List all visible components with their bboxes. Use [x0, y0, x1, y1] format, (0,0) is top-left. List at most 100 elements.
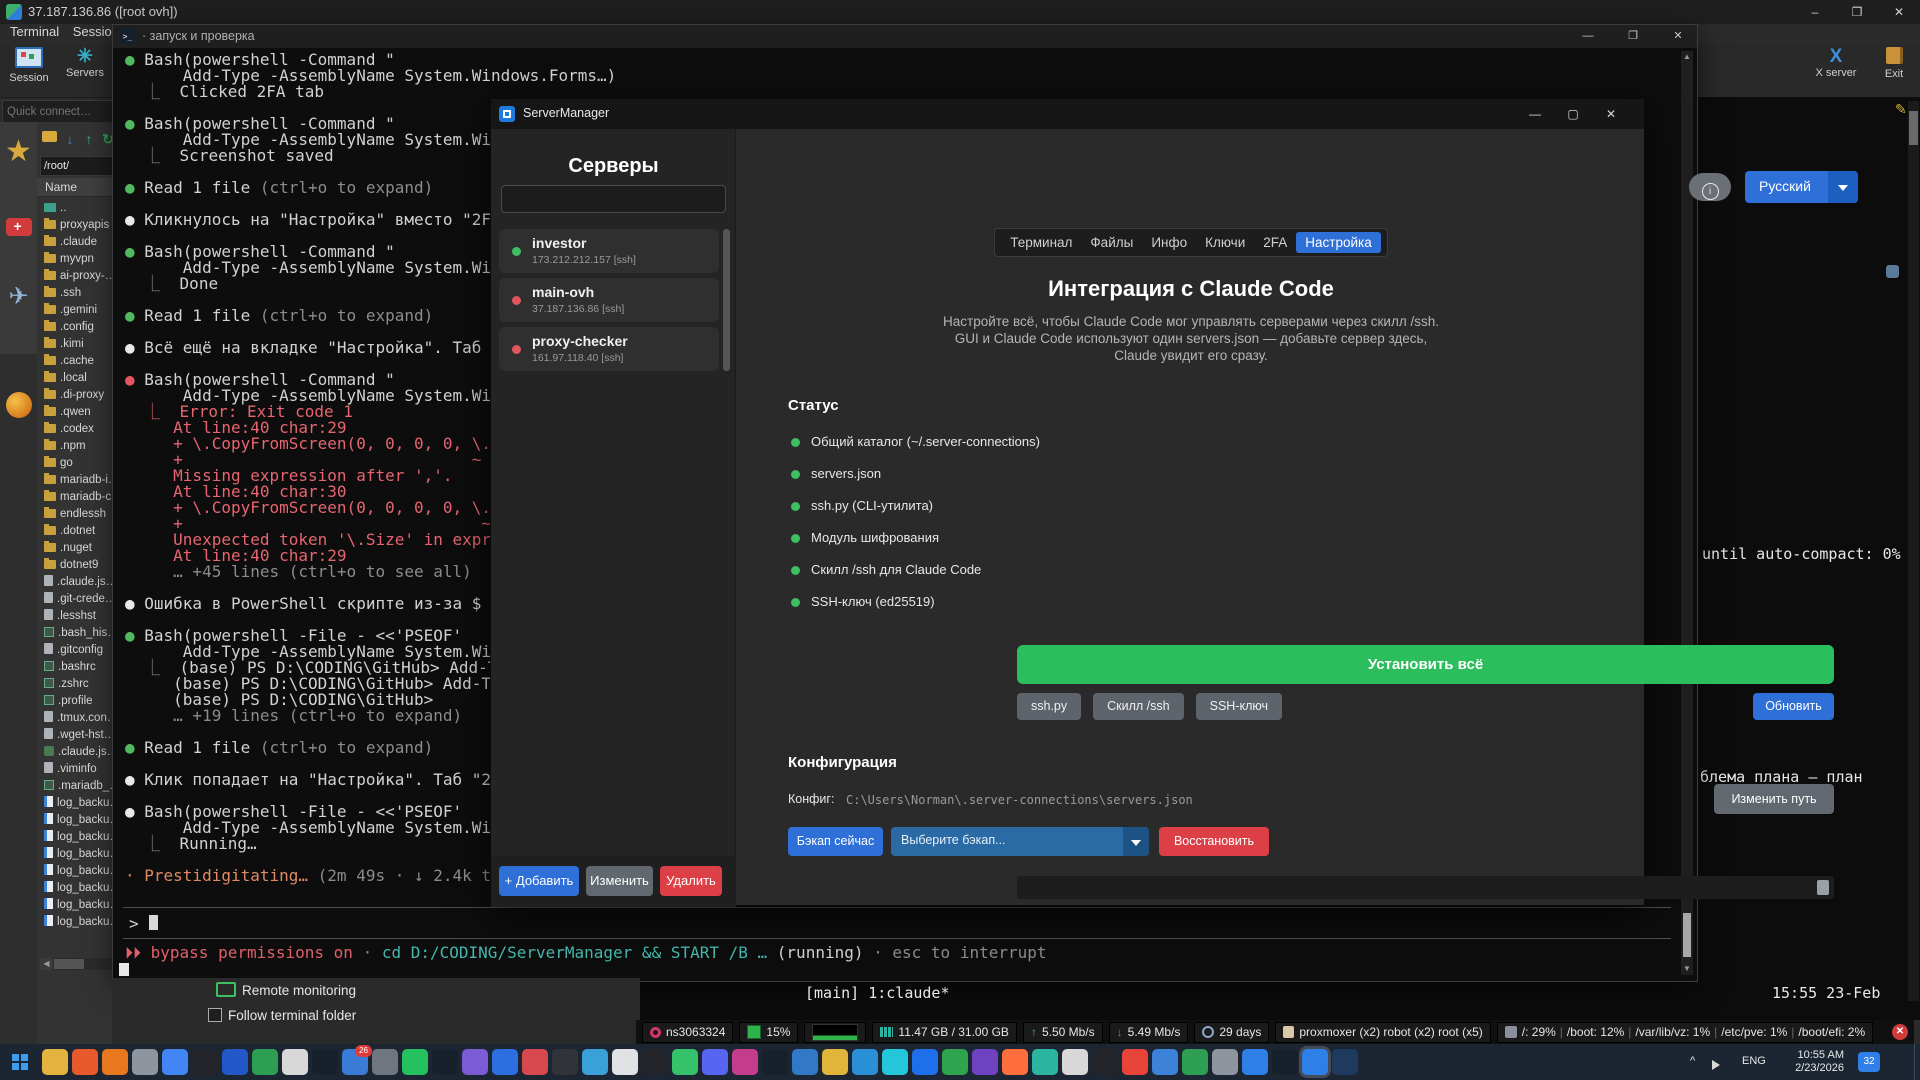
edit-server-button[interactable]: Изменить — [586, 866, 653, 896]
component-button[interactable]: SSH-ключ — [1196, 693, 1282, 720]
file-row[interactable]: .npm — [37, 438, 122, 455]
tab-Файлы[interactable]: Файлы — [1081, 232, 1142, 253]
tab-Терминал[interactable]: Терминал — [1001, 232, 1081, 253]
remote-monitoring-toggle[interactable]: Remote monitoring — [216, 982, 356, 998]
file-row[interactable]: .config — [37, 319, 122, 336]
taskbar-app-icon[interactable] — [252, 1049, 278, 1075]
server-list-scrollbar[interactable] — [723, 229, 730, 371]
scroll-thumb[interactable] — [723, 229, 730, 371]
taskbar-app-icon[interactable] — [492, 1049, 518, 1075]
download-icon[interactable]: ↓ — [62, 131, 78, 147]
file-row[interactable]: log_backu… — [37, 863, 122, 880]
file-row[interactable]: log_backu… — [37, 829, 122, 846]
taskbar-app-icon[interactable] — [822, 1049, 848, 1075]
file-row[interactable]: .zshrc — [37, 676, 122, 693]
file-row[interactable]: .gitconfig — [37, 642, 122, 659]
taskbar-app-icon[interactable] — [522, 1049, 548, 1075]
taskbar-app-icon[interactable] — [42, 1049, 68, 1075]
taskbar-app-icon[interactable] — [552, 1049, 578, 1075]
backup-now-button[interactable]: Бэкап сейчас — [788, 827, 883, 856]
tray-clock[interactable]: 10:55 AM 2/23/2026 — [1778, 1049, 1844, 1075]
restore-button[interactable]: ❐ — [1836, 0, 1878, 24]
file-row[interactable]: proxyapis — [37, 217, 122, 234]
file-row[interactable]: .lesshst — [37, 608, 122, 625]
taskbar-app-icon[interactable] — [582, 1049, 608, 1075]
follow-terminal-folder-checkbox[interactable]: Follow terminal folder — [208, 1008, 356, 1023]
file-row[interactable]: .claude.js… — [37, 744, 122, 761]
taskbar-app-icon[interactable] — [1122, 1049, 1148, 1075]
taskbar-app-icon[interactable] — [132, 1049, 158, 1075]
file-row[interactable]: mariadb-i… — [37, 472, 122, 489]
restore-button[interactable]: Восстановить — [1159, 827, 1269, 856]
restore-button[interactable]: ❐ — [1614, 25, 1652, 48]
file-row[interactable]: .tmux.con… — [37, 710, 122, 727]
file-row[interactable]: .ssh — [37, 285, 122, 302]
file-row[interactable]: .kimi — [37, 336, 122, 353]
language-dropdown[interactable]: Русский — [1745, 171, 1858, 203]
taskbar-app-icon[interactable] — [732, 1049, 758, 1075]
taskbar-app-icon[interactable] — [792, 1049, 818, 1075]
taskbar-app-icon[interactable] — [1242, 1049, 1268, 1075]
taskbar-app-icon[interactable] — [642, 1049, 668, 1075]
servers-button[interactable]: ✳ Servers — [58, 47, 112, 79]
scroll-thumb[interactable] — [1909, 111, 1918, 145]
backup-select[interactable]: Выберите бэкап... — [891, 827, 1149, 856]
tray-expand-icon[interactable]: ^ — [1690, 1055, 1695, 1067]
file-row[interactable]: .di-proxy — [37, 387, 122, 404]
file-row[interactable]: .wget-hst… — [37, 727, 122, 744]
tab-Настройка[interactable]: Настройка — [1296, 232, 1380, 253]
file-row[interactable]: .dotnet — [37, 523, 122, 540]
terminal-tab[interactable]: · запуск и проверка — [142, 29, 255, 43]
taskbar-app-icon[interactable] — [1032, 1049, 1058, 1075]
file-row[interactable]: ai-proxy-… — [37, 268, 122, 285]
keyboard-language[interactable]: ENG — [1742, 1055, 1766, 1067]
taskbar-app-icon[interactable] — [882, 1049, 908, 1075]
pencil-icon[interactable]: ✎ — [1895, 101, 1907, 118]
tab-2FA[interactable]: 2FA — [1254, 232, 1296, 253]
taskbar-app-icon[interactable] — [1302, 1049, 1328, 1075]
taskbar-app-icon[interactable] — [1212, 1049, 1238, 1075]
taskbar-app-icon[interactable] — [612, 1049, 638, 1075]
file-row[interactable]: .bash_his… — [37, 625, 122, 642]
terminal-input-box[interactable]: > — [123, 907, 1671, 939]
taskbar-app-icon[interactable] — [852, 1049, 878, 1075]
taskbar-app-icon[interactable] — [1062, 1049, 1088, 1075]
close-monitoring-icon[interactable]: ✕ — [1892, 1024, 1908, 1040]
path-input[interactable] — [40, 156, 119, 176]
file-row[interactable]: dotnet9 — [37, 557, 122, 574]
taskbar-app-icon[interactable] — [1272, 1049, 1298, 1075]
component-button[interactable]: Скилл /ssh — [1093, 693, 1183, 720]
taskbar-app-icon[interactable] — [312, 1049, 338, 1075]
tools-tab[interactable] — [0, 218, 37, 241]
files-column-header[interactable]: Name — [37, 178, 122, 197]
server-card[interactable]: proxy-checker161.97.118.40 [ssh] — [499, 327, 719, 371]
maximize-button[interactable]: ▢ — [1556, 99, 1590, 129]
taskbar-app-icon[interactable] — [222, 1049, 248, 1075]
scroll-thumb[interactable] — [1817, 880, 1829, 895]
scroll-thumb[interactable] — [1683, 913, 1691, 957]
file-row[interactable]: log_backu… — [37, 795, 122, 812]
file-row[interactable]: mariadb-c… — [37, 489, 122, 506]
file-row[interactable]: .claude — [37, 234, 122, 251]
upload-icon[interactable]: ↑ — [81, 131, 97, 147]
close-button[interactable]: ✕ — [1659, 25, 1697, 48]
file-row[interactable]: .profile — [37, 693, 122, 710]
taskbar-app-icon[interactable] — [1332, 1049, 1358, 1075]
session-button[interactable]: Session — [2, 47, 56, 84]
taskbar-app-icon[interactable] — [162, 1049, 188, 1075]
file-row[interactable]: .claude.js… — [37, 574, 122, 591]
taskbar-app-icon[interactable] — [972, 1049, 998, 1075]
taskbar-app-icon[interactable] — [942, 1049, 968, 1075]
start-button[interactable] — [4, 1048, 36, 1076]
taskbar-app-icon[interactable] — [672, 1049, 698, 1075]
file-row[interactable]: log_backu… — [37, 846, 122, 863]
taskbar-app-icon[interactable] — [702, 1049, 728, 1075]
minimize-button[interactable]: – — [1794, 0, 1836, 24]
file-row[interactable]: .nuget — [37, 540, 122, 557]
panel-mini-icon[interactable] — [1886, 265, 1899, 278]
add-server-button[interactable]: + Добавить — [499, 866, 579, 896]
taskbar-app-icon[interactable]: 26 — [342, 1049, 368, 1075]
component-button[interactable]: ssh.py — [1017, 693, 1081, 720]
delete-server-button[interactable]: Удалить — [660, 866, 722, 896]
show-desktop-button[interactable] — [1914, 1044, 1920, 1080]
